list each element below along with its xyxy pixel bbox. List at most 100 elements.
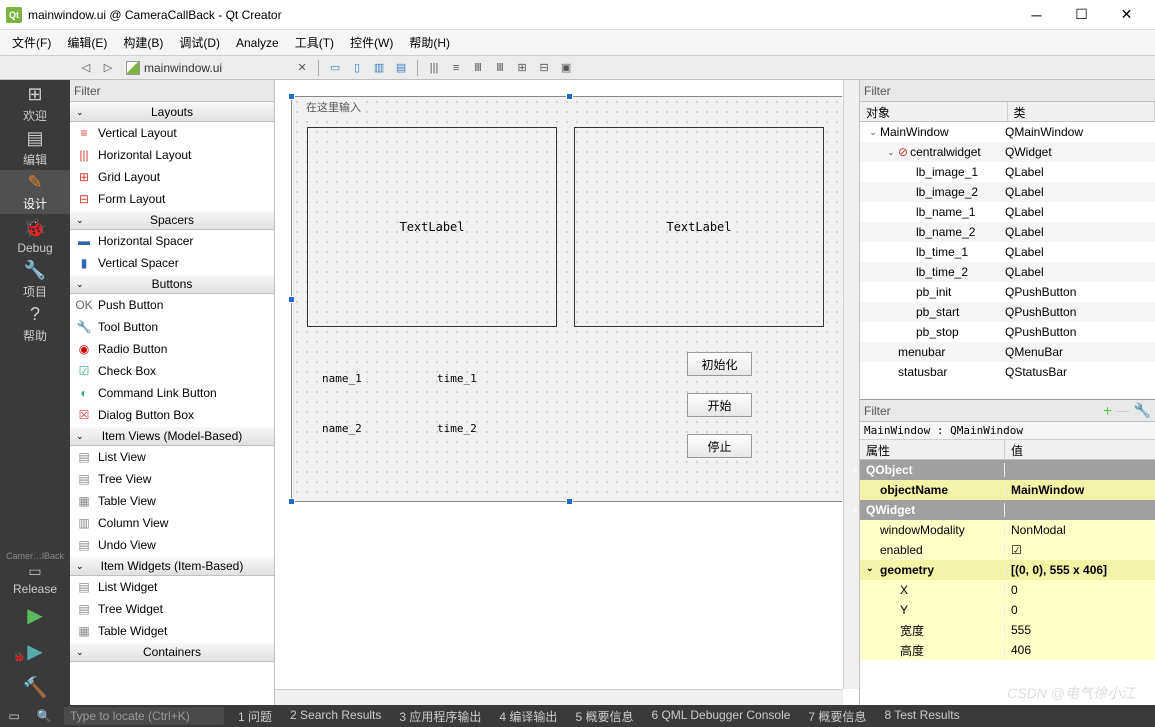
widget-item[interactable]: |||Horizontal Layout — [70, 144, 274, 166]
mode-design[interactable]: ✎设计 — [0, 170, 70, 214]
widget-item[interactable]: ▤Tree View — [70, 468, 274, 490]
widget-group-header[interactable]: ⌄Layouts — [70, 102, 274, 122]
property-row[interactable]: Y0 — [860, 600, 1155, 620]
object-tree-row[interactable]: lb_time_1QLabel — [860, 242, 1155, 262]
mode-projects[interactable]: 🔧项目 — [0, 258, 70, 302]
build-button[interactable]: 🔨 — [23, 669, 48, 705]
align-vc-icon[interactable]: Ⅲ — [490, 58, 510, 78]
close-button[interactable]: ✕ — [1104, 1, 1149, 29]
menu-placeholder[interactable]: 在这里输入 — [302, 99, 365, 115]
run-button[interactable]: ▶ — [27, 597, 42, 633]
align-hc-icon[interactable]: Ⅲ — [468, 58, 488, 78]
object-tree-row[interactable]: pb_initQPushButton — [860, 282, 1155, 302]
widget-item[interactable]: 🔧Tool Button — [70, 316, 274, 338]
mode-welcome[interactable]: ⊞欢迎 — [0, 82, 70, 126]
document-path[interactable]: mainwindow.ui — [120, 61, 228, 75]
property-row[interactable]: 宽度555 — [860, 620, 1155, 640]
close-doc-icon[interactable]: ✕ — [292, 58, 312, 78]
pb-start[interactable]: 开始 — [687, 393, 752, 417]
widget-item[interactable]: ▥Column View — [70, 512, 274, 534]
object-tree-row[interactable]: statusbarQStatusBar — [860, 362, 1155, 382]
object-tree-row[interactable]: ⌄⊘centralwidgetQWidget — [860, 142, 1155, 162]
object-tree-row[interactable]: lb_image_1QLabel — [860, 162, 1155, 182]
widget-item[interactable]: ◉Radio Button — [70, 338, 274, 360]
h-scrollbar[interactable] — [275, 689, 843, 705]
menu-控件(W)[interactable]: 控件(W) — [342, 30, 401, 55]
widget-item[interactable]: ☑Check Box — [70, 360, 274, 382]
widget-item[interactable]: ▦Table View — [70, 490, 274, 512]
kit-selector[interactable]: Camer…lBack — [6, 551, 64, 561]
widget-group-header[interactable]: ⌄Item Views (Model-Based) — [70, 426, 274, 446]
locator-input[interactable]: Type to locate (Ctrl+K) — [64, 707, 224, 725]
widget-item[interactable]: ▦Table Widget — [70, 620, 274, 642]
object-tree-row[interactable]: pb_startQPushButton — [860, 302, 1155, 322]
property-row[interactable]: ⌄QWidget — [860, 500, 1155, 520]
nav-fwd-icon[interactable]: ▷ — [98, 58, 118, 78]
align-h-icon[interactable]: ||| — [424, 58, 444, 78]
output-tab[interactable]: 2 Search Results — [286, 706, 385, 727]
widget-item[interactable]: ▤List View — [70, 446, 274, 468]
search-icon[interactable]: 🔍 — [34, 709, 54, 723]
menu-构建(B)[interactable]: 构建(B) — [115, 30, 171, 55]
menu-编辑(E)[interactable]: 编辑(E) — [59, 30, 115, 55]
property-row[interactable]: 高度406 — [860, 640, 1155, 660]
widget-group-header[interactable]: ⌄Spacers — [70, 210, 274, 230]
output-tab[interactable]: 6 QML Debugger Console — [647, 706, 794, 727]
nav-back-icon[interactable]: ◁ — [76, 58, 96, 78]
widget-item[interactable]: ≡Vertical Layout — [70, 122, 274, 144]
widget-item[interactable]: ▮Vertical Spacer — [70, 252, 274, 274]
add-prop-icon[interactable]: + — [1103, 402, 1111, 419]
widget-item[interactable]: ⊞Grid Layout — [70, 166, 274, 188]
pb-stop[interactable]: 停止 — [687, 434, 752, 458]
output-tab[interactable]: 3 应用程序输出 — [395, 706, 485, 727]
menu-工具(T)[interactable]: 工具(T) — [287, 30, 342, 55]
layout-vsplit-icon[interactable]: ▤ — [391, 58, 411, 78]
output-tab[interactable]: 7 概要信息 — [804, 706, 870, 727]
widget-filter[interactable]: Filter — [70, 80, 274, 102]
pb-init[interactable]: 初始化 — [687, 352, 752, 376]
widget-item[interactable]: OKPush Button — [70, 294, 274, 316]
output-tab[interactable]: 8 Test Results — [880, 706, 963, 727]
menu-帮助(H)[interactable]: 帮助(H) — [401, 30, 458, 55]
lb-time-2[interactable]: time_2 — [437, 422, 477, 435]
mode-help[interactable]: ?帮助 — [0, 302, 70, 346]
menu-调试(D)[interactable]: 调试(D) — [171, 30, 228, 55]
mode-edit[interactable]: ▤编辑 — [0, 126, 70, 170]
remove-prop-icon[interactable]: — — [1116, 402, 1130, 419]
layout-v-icon[interactable]: ▯ — [347, 58, 367, 78]
mode-debug[interactable]: 🐞Debug — [0, 214, 70, 258]
widget-item[interactable]: ⊟Form Layout — [70, 188, 274, 210]
property-row[interactable]: ⌄QObject — [860, 460, 1155, 480]
property-filter[interactable]: Filter + — 🔧 — [860, 400, 1155, 422]
widget-item[interactable]: ▬Horizontal Spacer — [70, 230, 274, 252]
lb-name-2[interactable]: name_2 — [322, 422, 362, 435]
object-tree-row[interactable]: lb_time_2QLabel — [860, 262, 1155, 282]
v-scrollbar[interactable] — [843, 80, 859, 689]
object-tree-row[interactable]: menubarQMenuBar — [860, 342, 1155, 362]
form-editor[interactable]: 在这里输入 TextLabel TextLabel name_1 time_1 … — [275, 80, 860, 705]
layout-h-icon[interactable]: ▭ — [325, 58, 345, 78]
widget-group-header[interactable]: ⌄Item Widgets (Item-Based) — [70, 556, 274, 576]
widget-item[interactable]: ▤Tree Widget — [70, 598, 274, 620]
align-v-icon[interactable]: ≡ — [446, 58, 466, 78]
grid-icon[interactable]: ⊞ — [512, 58, 532, 78]
widget-item[interactable]: ◐Command Link Button — [70, 382, 274, 404]
widget-item[interactable]: ▤Undo View — [70, 534, 274, 556]
output-tab[interactable]: 5 概要信息 — [571, 706, 637, 727]
break-layout-icon[interactable]: ⊟ — [534, 58, 554, 78]
widget-item[interactable]: ▤List Widget — [70, 576, 274, 598]
layout-hsplit-icon[interactable]: ▥ — [369, 58, 389, 78]
output-tab[interactable]: 1 问题 — [234, 706, 276, 727]
widget-group-header[interactable]: ⌄Containers — [70, 642, 274, 662]
sidebar-toggle-icon[interactable]: ▭ — [4, 709, 24, 723]
object-tree-row[interactable]: ⌄MainWindowQMainWindow — [860, 122, 1155, 142]
property-row[interactable]: X0 — [860, 580, 1155, 600]
menu-文件(F)[interactable]: 文件(F) — [4, 30, 59, 55]
build-config[interactable]: ▭Release — [0, 561, 70, 597]
object-tree-row[interactable]: pb_stopQPushButton — [860, 322, 1155, 342]
property-row[interactable]: enabled☑ — [860, 540, 1155, 560]
object-filter[interactable]: Filter — [860, 80, 1155, 102]
debug-run-button[interactable]: ▶🐞 — [27, 633, 42, 669]
lb-name-1[interactable]: name_1 — [322, 372, 362, 385]
property-row[interactable]: windowModalityNonModal — [860, 520, 1155, 540]
